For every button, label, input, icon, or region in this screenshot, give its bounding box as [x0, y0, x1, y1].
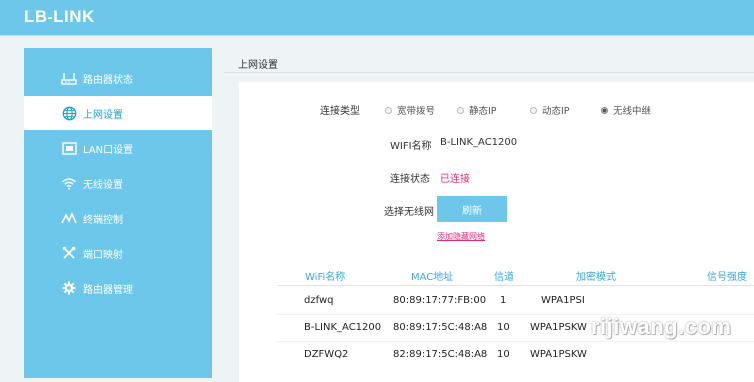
select-wireless-label: 选择无线网	[384, 207, 434, 218]
top-header-bar: LB-LINK	[0, 0, 754, 35]
sidebar-item-internet-settings[interactable]: 上网设置	[24, 96, 212, 130]
cell-encryption: WPA1PSKW	[530, 322, 587, 333]
page-title: 上网设置	[238, 60, 278, 71]
radio-indicator	[385, 106, 392, 114]
cell-encryption: WPA1PSKW	[530, 349, 587, 360]
radio-static-ip[interactable]: 静态IP	[457, 103, 497, 117]
sidebar-item-wireless-settings[interactable]: 无线设置	[24, 166, 212, 200]
cell-wifi-name: dzfwq	[304, 295, 334, 306]
radio-pppoe[interactable]: 宽带拨号	[385, 103, 435, 117]
radio-indicator	[530, 106, 537, 114]
wifi-name-label: WIFI名称	[390, 141, 432, 152]
sidebar-item-router-status[interactable]: 路由器状态	[24, 61, 212, 95]
column-header-channel[interactable]: 信道	[494, 268, 514, 283]
sidebar-item-terminal-control[interactable]: 终端控制	[24, 201, 212, 235]
sidebar-item-lan-settings[interactable]: LAN口设置	[24, 131, 212, 165]
refresh-button[interactable]: 刷新	[437, 196, 507, 222]
connection-status-label: 连接状态	[390, 174, 430, 185]
cell-encryption: WPA1PSI	[541, 295, 585, 306]
table-header-divider	[277, 285, 754, 286]
column-header-wifi-name[interactable]: WiFi名称	[305, 268, 345, 283]
add-hidden-network-link[interactable]: 添加隐藏网络	[437, 231, 485, 242]
title-divider	[224, 72, 754, 73]
connection-type-label: 连接类型	[320, 106, 360, 117]
sidebar-item-label: 无线设置	[83, 179, 123, 191]
wifi-icon	[61, 175, 77, 191]
site-watermark: rijiwang.com	[591, 314, 732, 339]
cell-channel: 10	[497, 349, 510, 360]
column-header-encryption[interactable]: 加密模式	[576, 268, 616, 283]
connection-status-value: 已连接	[440, 174, 470, 185]
gear-icon	[61, 280, 77, 296]
column-header-signal[interactable]: 信号强度	[707, 268, 747, 283]
sidebar-item-router-management[interactable]: 路由器管理	[24, 271, 212, 305]
radio-indicator-selected	[601, 106, 608, 114]
sidebar-item-label: 上网设置	[83, 109, 123, 121]
sidebar-item-label: 路由器状态	[83, 74, 133, 86]
sidebar-item-label: 终端控制	[83, 214, 123, 226]
radio-dynamic-ip[interactable]: 动态IP	[530, 103, 570, 117]
table-row[interactable]: dzfwq 80:89:17:77:FB:00 1 WPA1PSI	[277, 287, 754, 315]
brand-logo: LB-LINK	[24, 7, 95, 26]
sidebar-item-label: 端口映射	[83, 249, 123, 261]
cell-wifi-name: DZFWQ2	[304, 349, 349, 360]
port-mapping-icon	[61, 245, 77, 261]
table-row[interactable]: DZFWQ2 82:89:17:5C:48:A8 10 WPA1PSKW	[277, 341, 754, 369]
column-header-mac[interactable]: MAC地址	[411, 268, 453, 283]
cell-channel: 10	[497, 322, 510, 333]
cell-mac: 80:89:17:77:FB:00	[393, 295, 487, 306]
lan-port-icon	[61, 140, 77, 156]
sidebar-item-label: LAN口设置	[83, 144, 134, 156]
cell-mac: 80:89:17:5C:48:A8	[393, 322, 488, 333]
radio-wireless-relay[interactable]: 无线中继	[601, 103, 651, 117]
cell-channel: 1	[500, 295, 507, 306]
sidebar-item-port-mapping[interactable]: 端口映射	[24, 236, 212, 270]
sidebar: 路由器状态 上网设置 LAN口设置 无线设置 终端控制 端口映射 路由器管理	[24, 48, 212, 378]
router-status-icon	[61, 70, 77, 86]
sidebar-item-label: 路由器管理	[83, 284, 133, 296]
globe-icon	[61, 105, 77, 121]
cell-mac: 82:89:17:5C:48:A8	[393, 349, 488, 360]
wifi-name-value: B-LINK_AC1200	[440, 137, 518, 148]
terminal-control-icon	[61, 210, 77, 226]
cell-wifi-name: B-LINK_AC1200	[304, 322, 382, 333]
header-divider	[0, 35, 754, 36]
radio-indicator	[457, 106, 464, 114]
